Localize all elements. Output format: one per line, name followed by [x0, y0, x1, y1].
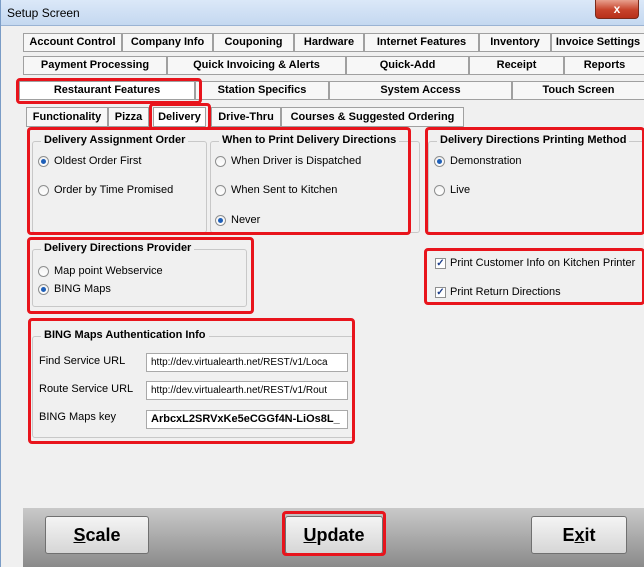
exit-mnemonic: x [574, 525, 585, 545]
provider-group: Delivery Directions Provider Map point W… [32, 242, 247, 307]
provider-legend: Delivery Directions Provider [41, 242, 195, 254]
radio-unselected-icon [434, 184, 445, 196]
subtab-courses-suggested-ordering[interactable]: Courses & Suggested Ordering [281, 107, 464, 127]
checkbox-print-return-directions[interactable]: ✓ Print Return Directions [435, 286, 561, 298]
radio-selected-icon [434, 155, 445, 167]
subtab-pizza[interactable]: Pizza [108, 107, 149, 127]
bing-auth-legend: BING Maps Authentication Info [41, 329, 209, 341]
route-service-url-input[interactable]: http://dev.virtualearth.net/REST/v1/Rout [146, 381, 348, 400]
subtab-delivery[interactable]: Delivery [153, 107, 206, 127]
scale-button[interactable]: Scale [45, 516, 149, 554]
delivery-panel: Delivery Assignment Order Oldest Order F… [23, 129, 644, 537]
setup-window: Setup Screen x Account Control Company I… [0, 0, 644, 567]
tab-internet-features[interactable]: Internet Features [364, 33, 479, 52]
radio-oldest-order-first[interactable]: Oldest Order First [38, 155, 141, 167]
radio-label: Order by Time Promised [54, 184, 174, 196]
tab-quick-add[interactable]: Quick-Add [346, 56, 469, 75]
tab-touch-screen[interactable]: Touch Screen [512, 81, 644, 100]
find-service-url-label: Find Service URL [39, 355, 126, 367]
delivery-assignment-legend: Delivery Assignment Order [41, 134, 189, 146]
radio-label: Demonstration [450, 155, 522, 167]
title-bar: Setup Screen x [1, 0, 644, 26]
radio-unselected-icon [38, 184, 49, 196]
update-button[interactable]: Update [285, 516, 383, 554]
exit-button[interactable]: Exit [531, 516, 627, 554]
radio-label: When Driver is Dispatched [231, 155, 362, 167]
checkmark-icon: ✓ [435, 257, 446, 269]
tab-system-access[interactable]: System Access [329, 81, 512, 100]
left-margin [1, 129, 23, 567]
radio-label: Map point Webservice [54, 265, 163, 277]
radio-label: When Sent to Kitchen [231, 184, 338, 196]
radio-label: Never [231, 214, 261, 226]
window-title: Setup Screen [7, 6, 80, 20]
radio-selected-icon [38, 283, 49, 295]
radio-order-by-time-promised[interactable]: Order by Time Promised [38, 184, 173, 196]
print-directions-group: When to Print Delivery Directions When D… [210, 134, 420, 233]
tab-account-control[interactable]: Account Control [23, 33, 122, 52]
tab-invoice-settings[interactable]: Invoice Settings [551, 33, 644, 52]
radio-live[interactable]: Live [434, 184, 470, 196]
radio-label: BING Maps [54, 283, 111, 295]
radio-selected-icon [215, 214, 226, 226]
subtab-functionality[interactable]: Functionality [26, 107, 108, 127]
radio-unselected-icon [38, 265, 49, 277]
subtab-drive-thru[interactable]: Drive-Thru [211, 107, 281, 127]
tab-company-info[interactable]: Company Info [122, 33, 213, 52]
find-service-url-input[interactable]: http://dev.virtualearth.net/REST/v1/Loca [146, 353, 348, 372]
radio-label: Oldest Order First [54, 155, 142, 167]
printing-method-legend: Delivery Directions Printing Method [437, 134, 630, 146]
checkbox-print-customer-info[interactable]: ✓ Print Customer Info on Kitchen Printer [435, 257, 635, 269]
radio-map-point-webservice[interactable]: Map point Webservice [38, 265, 163, 277]
checkbox-label: Print Return Directions [450, 286, 561, 298]
radio-when-sent-to-kitchen[interactable]: When Sent to Kitchen [215, 184, 337, 196]
bing-auth-group: BING Maps Authentication Info Find Servi… [32, 329, 354, 438]
tab-station-specifics[interactable]: Station Specifics [195, 81, 329, 100]
tab-restaurant-features[interactable]: Restaurant Features [19, 81, 195, 100]
radio-unselected-icon [215, 155, 226, 167]
tab-couponing[interactable]: Couponing [213, 33, 294, 52]
radio-unselected-icon [215, 184, 226, 196]
printing-method-group: Delivery Directions Printing Method Demo… [428, 134, 644, 233]
tab-receipt[interactable]: Receipt [469, 56, 564, 75]
update-mnemonic: U [303, 525, 317, 545]
route-service-url-label: Route Service URL [39, 383, 134, 395]
print-directions-legend: When to Print Delivery Directions [219, 134, 400, 146]
radio-when-driver-dispatched[interactable]: When Driver is Dispatched [215, 155, 361, 167]
close-button[interactable]: x [595, 0, 639, 19]
bing-maps-key-label: BING Maps key [39, 411, 117, 423]
tab-reports[interactable]: Reports [564, 56, 644, 75]
radio-demonstration[interactable]: Demonstration [434, 155, 522, 167]
checkmark-icon: ✓ [435, 286, 446, 298]
delivery-assignment-group: Delivery Assignment Order Oldest Order F… [32, 134, 207, 233]
checkbox-label: Print Customer Info on Kitchen Printer [450, 257, 636, 269]
radio-label: Live [450, 184, 471, 196]
tab-hardware[interactable]: Hardware [294, 33, 364, 52]
tab-inventory[interactable]: Inventory [479, 33, 551, 52]
bing-maps-key-input[interactable]: ArbcxL2SRVxKe5eCGGf4N-LiOs8L_ [146, 410, 348, 429]
radio-never[interactable]: Never [215, 214, 260, 226]
radio-bing-maps[interactable]: BING Maps [38, 283, 111, 295]
tab-quick-invoicing-alerts[interactable]: Quick Invoicing & Alerts [167, 56, 346, 75]
radio-selected-icon [38, 155, 49, 167]
tab-payment-processing[interactable]: Payment Processing [23, 56, 167, 75]
scale-mnemonic: S [73, 525, 86, 545]
